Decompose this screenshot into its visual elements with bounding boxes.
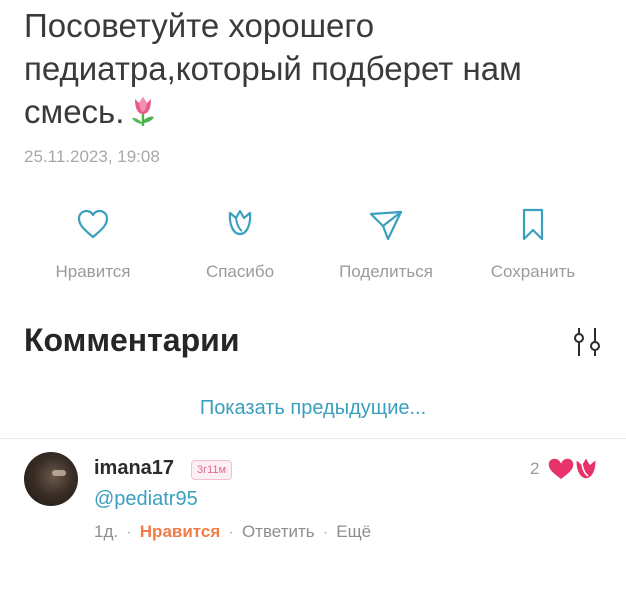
like-action-label: Нравится bbox=[55, 262, 131, 281]
share-icon bbox=[369, 210, 403, 241]
separator-dot: · bbox=[126, 522, 132, 541]
comment-like-button[interactable]: Нравится bbox=[140, 522, 221, 541]
separator-dot: · bbox=[322, 522, 329, 541]
child-age-badge: 3г11м bbox=[191, 460, 233, 480]
comment-meta: 1д. · Нравится · Ответить · Ещё bbox=[94, 522, 371, 542]
tulip-icon bbox=[575, 456, 597, 480]
thanks-action-button[interactable]: Спасибо bbox=[170, 200, 310, 282]
comment-mention[interactable]: @pediatr95 bbox=[94, 488, 198, 511]
comment-more-button[interactable]: Ещё bbox=[336, 522, 371, 541]
post-page: Посоветуйте хорошего педиатра,который по… bbox=[0, 0, 626, 600]
share-action-button[interactable]: Поделиться bbox=[316, 200, 456, 282]
separator-dot: · bbox=[228, 522, 234, 541]
comment-username[interactable]: imana17 bbox=[94, 457, 174, 480]
share-action-label: Поделиться bbox=[339, 262, 433, 281]
thanks-action-label: Спасибо bbox=[205, 262, 275, 281]
post-date: 25.11.2023, 19:08 bbox=[24, 147, 160, 166]
like-action-button[interactable]: Нравится bbox=[23, 200, 163, 282]
reaction-count: 2 bbox=[530, 459, 540, 478]
post-body: Посоветуйте хорошего педиатра,который по… bbox=[24, 7, 522, 130]
save-action-label: Сохранить bbox=[490, 262, 576, 281]
save-action-button[interactable]: Сохранить bbox=[463, 200, 603, 282]
show-previous-link[interactable]: Показать предыдущие... bbox=[0, 397, 626, 420]
divider bbox=[0, 438, 626, 439]
post-actions: Нравится Спасибо Поделиться Сохранить bbox=[0, 200, 626, 290]
filter-icon[interactable] bbox=[570, 324, 606, 360]
tulip-outline-icon bbox=[228, 209, 252, 236]
post-text: Посоветуйте хорошего педиатра,который по… bbox=[24, 4, 614, 137]
comment-reactions[interactable]: 2 bbox=[530, 456, 600, 482]
comments-title: Комментарии bbox=[24, 322, 240, 358]
tulip-icon bbox=[130, 93, 156, 137]
comment-time: 1д. bbox=[94, 522, 119, 541]
comment-reply-button[interactable]: Ответить bbox=[242, 522, 315, 541]
bookmark-icon bbox=[522, 208, 544, 241]
avatar[interactable] bbox=[24, 452, 78, 506]
heart-icon bbox=[77, 209, 109, 239]
